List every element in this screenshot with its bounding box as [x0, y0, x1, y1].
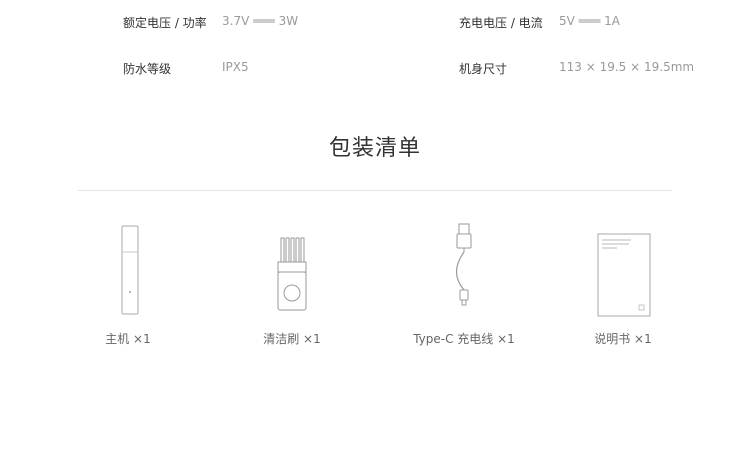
trimmer-icon — [121, 225, 139, 315]
package-item-brush: 清洁刷 ×1 — [212, 222, 372, 347]
item-label-brush: 清洁刷 ×1 — [263, 332, 321, 346]
item-label-manual: 说明书 ×1 — [594, 332, 652, 346]
package-list-title: 包装清单 — [328, 136, 421, 161]
spec-value-dimensions: 113 × 19.5 × 19.5mm — [559, 60, 695, 74]
item-label-trimmer: 主机 ×1 — [105, 332, 151, 346]
package-item-manual: 说明书 ×1 — [543, 222, 703, 347]
manual-icon — [597, 233, 651, 317]
spec-label-voltage-power: 额定电压 / 功率 — [123, 16, 207, 30]
spec-label-charging: 充电电压 / 电流 — [459, 16, 543, 30]
spec-label-waterproof: 防水等级 — [123, 62, 172, 76]
spec-value-waterproof: IPX5 — [222, 60, 249, 74]
usb-cable-icon — [455, 223, 472, 306]
package-item-cable: Type-C 充电线 ×1 — [384, 222, 544, 347]
package-item-trimmer: 主机 ×1 — [48, 222, 208, 347]
section-divider — [78, 190, 672, 191]
spec-value-charging: 5V ═══ 1A — [559, 14, 620, 28]
cleaning-brush-icon — [277, 237, 307, 311]
spec-label-dimensions: 机身尺寸 — [459, 62, 508, 76]
item-label-cable: Type-C 充电线 ×1 — [413, 332, 515, 346]
spec-value-voltage-power: 3.7V ═══ 3W — [222, 14, 299, 28]
